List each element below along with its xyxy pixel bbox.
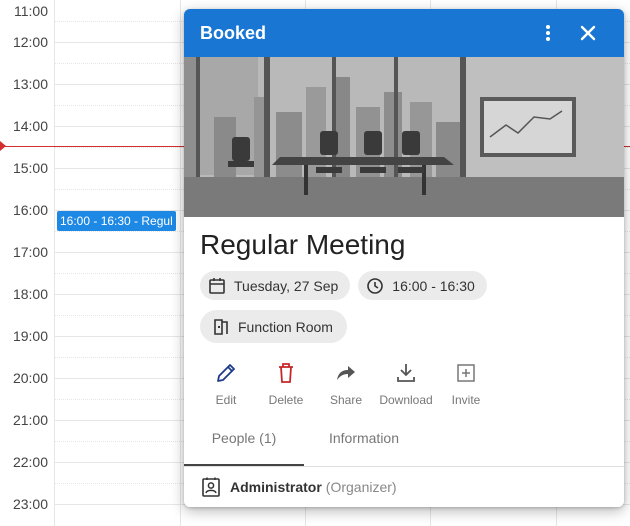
calendar-icon — [209, 277, 225, 294]
hour-label: 21:00 — [12, 412, 48, 428]
hour-row[interactable]: 23:00 — [0, 496, 630, 526]
hour-label: 23:00 — [12, 496, 48, 512]
hour-label: 11:00 — [14, 3, 48, 19]
hour-label: 15:00 — [12, 160, 48, 176]
event-details: Tuesday, 27 Sep 16:00 - 16:30 Function R… — [184, 271, 524, 343]
edit-button[interactable]: Edit — [196, 361, 256, 407]
hour-label: 19:00 — [12, 328, 48, 344]
contact-badge-icon — [202, 477, 220, 497]
room-chip[interactable]: Function Room — [200, 310, 347, 343]
download-label: Download — [379, 393, 433, 407]
tab-people[interactable]: People (1) — [184, 423, 304, 466]
share-button[interactable]: Share — [316, 361, 376, 407]
delete-button[interactable]: Delete — [256, 361, 316, 407]
invite-icon — [456, 361, 476, 385]
status-title: Booked — [200, 22, 267, 43]
download-button[interactable]: Download — [376, 361, 436, 407]
hour-label: 17:00 — [12, 244, 48, 260]
event-time: 16:00 - 16:30 — [392, 277, 475, 294]
hour-label: 14:00 — [12, 118, 48, 134]
event-popup: Booked Regular Meeting Tuesday, 27 Sep 1… — [184, 9, 624, 507]
hour-label: 12:00 — [12, 34, 48, 50]
meeting-room-image — [184, 57, 624, 217]
share-icon — [335, 361, 357, 385]
invite-label: Invite — [451, 393, 481, 407]
time-chip: 16:00 - 16:30 — [358, 271, 487, 300]
date-chip: Tuesday, 27 Sep — [200, 271, 351, 300]
person-row[interactable]: Administrator (Organizer) — [184, 467, 624, 497]
hour-label: 22:00 — [12, 454, 48, 470]
invite-button[interactable]: Invite — [436, 361, 496, 407]
clock-icon — [367, 277, 384, 294]
current-time-marker — [0, 141, 6, 151]
tab-information[interactable]: Information — [304, 423, 424, 466]
action-bar: Edit Delete Share Download Invite — [184, 343, 624, 407]
event-title: Regular Meeting — [200, 229, 406, 260]
room-icon — [214, 318, 228, 335]
pencil-icon — [215, 361, 237, 385]
more-vert-icon[interactable] — [536, 21, 560, 45]
hour-label: 20:00 — [12, 370, 48, 386]
event-date: Tuesday, 27 Sep — [234, 277, 339, 294]
person-name: Administrator — [230, 479, 322, 495]
popup-tabs: People (1) Information — [184, 423, 624, 467]
person-role: (Organizer) — [325, 479, 397, 495]
hour-label: 18:00 — [12, 286, 48, 302]
download-icon — [395, 361, 417, 385]
event-chip[interactable]: 16:00 - 16:30 - Regul — [57, 211, 176, 231]
delete-label: Delete — [268, 393, 304, 407]
event-room: Function Room — [238, 318, 333, 335]
trash-icon — [276, 361, 296, 385]
popup-header: Booked — [184, 9, 624, 57]
hour-label: 13:00 — [12, 76, 48, 92]
share-label: Share — [329, 393, 363, 407]
edit-label: Edit — [215, 393, 237, 407]
close-icon[interactable] — [576, 21, 600, 45]
hour-label: 16:00 — [12, 202, 48, 218]
